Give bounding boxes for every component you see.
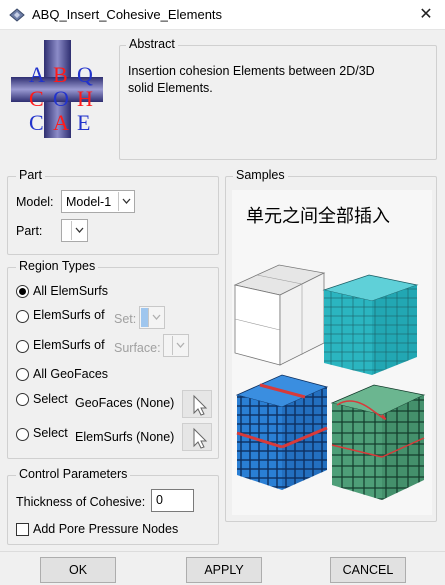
logo-letter: A [53, 110, 69, 135]
pore-pressure-checkbox[interactable] [16, 523, 29, 536]
radio-all-elemsurfs[interactable] [16, 285, 29, 298]
part-group [7, 176, 219, 255]
pick-geofaces-button[interactable] [182, 390, 212, 418]
window-title: ABQ_Insert_Cohesive_Elements [32, 7, 223, 22]
set-label: Set: [114, 312, 137, 326]
control-parameters-label: Control Parameters [16, 467, 131, 481]
cohesive-cubes-illustration [233, 264, 426, 500]
radio-select-geofaces[interactable] [16, 393, 29, 406]
set-select[interactable] [139, 306, 165, 329]
app-icon [9, 8, 25, 22]
logo-letter: Q [77, 62, 93, 87]
samples-label: Samples [233, 168, 288, 182]
logo-letter: B [53, 62, 68, 87]
samples-heading: 单元之间全部插入 [246, 206, 390, 226]
logo-letter: C [29, 86, 44, 111]
cancel-button[interactable]: CANCEL [330, 557, 406, 583]
logo-letter: O [53, 86, 69, 111]
thickness-label: Thickness of Cohesive: [16, 495, 146, 509]
model-select[interactable]: Model-1 [61, 190, 135, 213]
abstract-label: Abstract [126, 37, 178, 51]
ok-button[interactable]: OK [40, 557, 116, 583]
button-bar-divider [0, 551, 445, 552]
cursor-arrow-icon [193, 427, 208, 449]
elemsurfs-of-set-label: ElemSurfs of [33, 308, 105, 322]
elemsurfs-of-surface-label: ElemSurfs of [33, 338, 105, 352]
select-elemsurfs-label: Select [33, 426, 68, 440]
thickness-input[interactable]: 0 [151, 489, 194, 512]
part-select[interactable] [61, 219, 88, 242]
model-label: Model: [16, 195, 54, 209]
title-bar: ABQ_Insert_Cohesive_Elements ✕ [0, 0, 445, 30]
logo-letter: C [29, 110, 44, 135]
region-types-label: Region Types [16, 259, 99, 273]
radio-all-geofaces[interactable] [16, 368, 29, 381]
part-field-label: Part: [16, 224, 43, 238]
thickness-value: 0 [156, 493, 163, 507]
select-geofaces-label: Select [33, 392, 68, 406]
logo-letter: A [29, 62, 45, 87]
pore-pressure-label: Add Pore Pressure Nodes [33, 522, 179, 536]
abstract-text: Insertion cohesion Elements between 2D/3… [128, 64, 375, 95]
logo: A B Q C O H C A E [9, 38, 105, 140]
radio-elemsurfs-of-set[interactable] [16, 310, 29, 323]
chevron-down-icon [118, 192, 133, 211]
cursor-arrow-icon [193, 394, 208, 416]
pick-elemsurfs-button[interactable] [182, 423, 212, 451]
geofaces-status: GeoFaces (None) [75, 396, 175, 410]
samples-image: 单元之间全部插入 [232, 190, 432, 515]
chevron-down-icon [71, 221, 86, 240]
logo-letter: E [77, 110, 91, 135]
close-icon[interactable]: ✕ [415, 5, 437, 25]
all-geofaces-label: All GeoFaces [33, 367, 109, 381]
chevron-down-icon [172, 336, 187, 355]
elemsurfs-status: ElemSurfs (None) [75, 430, 175, 444]
surface-label: Surface: [114, 341, 161, 355]
chevron-down-icon [148, 308, 163, 327]
apply-button[interactable]: APPLY [186, 557, 262, 583]
surface-select[interactable] [163, 334, 189, 357]
logo-letter: H [77, 86, 93, 111]
all-elemsurfs-label: All ElemSurfs [33, 284, 109, 298]
radio-elemsurfs-of-surface[interactable] [16, 340, 29, 353]
part-label: Part [16, 168, 45, 182]
radio-select-elemsurfs[interactable] [16, 428, 29, 441]
model-select-value: Model-1 [66, 195, 112, 209]
